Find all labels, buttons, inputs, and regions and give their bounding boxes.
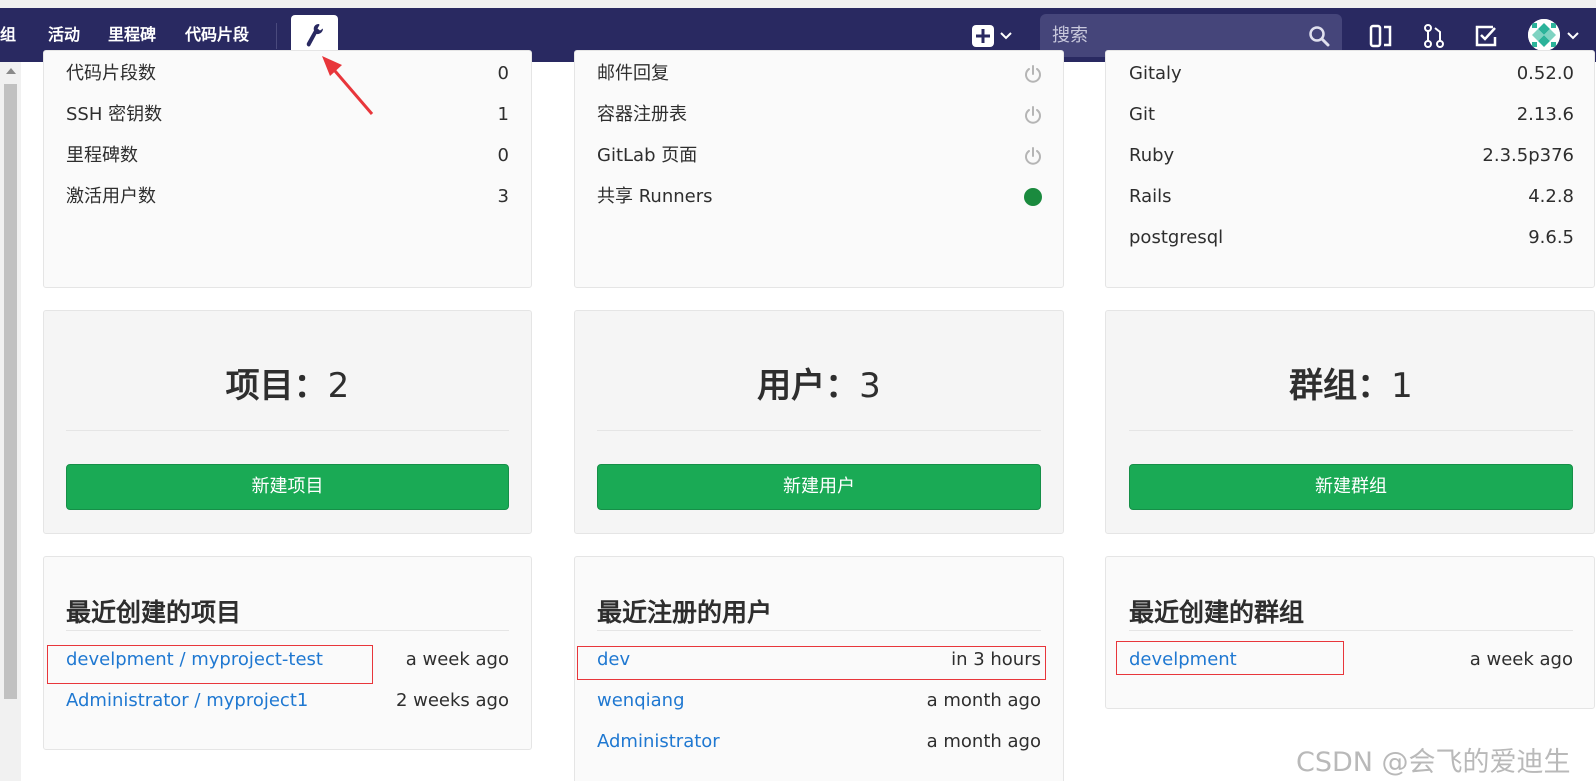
top-strip — [0, 0, 1596, 8]
projects-count-title: 项目：2 — [66, 358, 509, 407]
power-off-icon — [1025, 106, 1041, 124]
scroll-up-arrow-icon[interactable] — [6, 68, 16, 74]
recent-users-title: 最近注册的用户 — [597, 598, 773, 627]
recent-groups-title: 最近创建的群组 — [1129, 598, 1305, 627]
component-version: 2.3.5p376 — [1482, 145, 1574, 166]
feature-label: 容器注册表 — [597, 104, 687, 125]
stat-value: 0 — [497, 63, 509, 84]
recent-user-link[interactable]: wenqiang — [597, 681, 685, 721]
component-version: 0.52.0 — [1516, 63, 1574, 84]
groups-count-label: 群组： — [1289, 366, 1392, 406]
watermark: CSDN @会飞的爱迪生 — [1296, 747, 1571, 778]
annotation-highlight-box — [577, 646, 1046, 680]
recent-user-link[interactable]: Administrator — [597, 722, 720, 762]
recent-project-link[interactable]: Administrator / myproject1 — [66, 681, 308, 721]
stat-value: 3 — [497, 186, 509, 207]
divider — [66, 430, 509, 431]
stat-label: 代码片段数 — [66, 63, 156, 84]
nav-groups[interactable]: 组 — [0, 8, 16, 62]
status-on-dot-icon — [1024, 188, 1042, 206]
nav-divider — [276, 23, 277, 49]
projects-count-label: 项目： — [225, 366, 328, 406]
component-version: 2.13.6 — [1516, 104, 1574, 125]
avatar-chevron-down-icon[interactable] — [1566, 29, 1580, 43]
recent-user-time: a month ago — [926, 690, 1041, 711]
power-off-icon — [1025, 65, 1041, 83]
avatar[interactable] — [1528, 19, 1560, 51]
annotation-highlight-box — [47, 645, 373, 684]
chevron-down-icon — [1000, 32, 1012, 40]
stat-label: SSH 密钥数 — [66, 104, 163, 125]
users-count-value: 3 — [859, 366, 881, 406]
annotation-arrow-icon — [322, 56, 374, 115]
new-dropdown-button[interactable] — [972, 25, 1016, 47]
recent-group-time: a week ago — [1469, 649, 1573, 670]
projects-count-value: 2 — [327, 366, 350, 406]
feature-label: GitLab 页面 — [597, 145, 698, 166]
groups-count-value: 1 — [1391, 366, 1413, 406]
stat-label: 激活用户数 — [66, 186, 156, 207]
groups-count-title: 群组：1 — [1129, 358, 1573, 407]
stat-value: 0 — [497, 145, 509, 166]
feature-label: 邮件回复 — [597, 63, 669, 84]
stat-value: 1 — [497, 104, 509, 125]
component-label: Rails — [1129, 186, 1172, 207]
component-label: postgresql — [1129, 227, 1224, 248]
divider — [597, 630, 1041, 631]
plus-square-icon — [972, 25, 994, 47]
recent-groups-panel — [1105, 556, 1595, 709]
merge-request-icon[interactable] — [1421, 23, 1447, 49]
divider — [1129, 430, 1573, 431]
new-group-button[interactable]: 新建群组 — [1129, 464, 1573, 510]
component-label: Gitaly — [1129, 63, 1182, 84]
power-off-icon — [1025, 147, 1041, 165]
scrollbar-thumb[interactable] — [4, 84, 17, 699]
todo-icon[interactable] — [1473, 23, 1499, 49]
recent-project-time: a week ago — [405, 649, 509, 670]
component-label: Ruby — [1129, 145, 1175, 166]
component-version: 4.2.8 — [1528, 186, 1574, 207]
recent-user-time: a month ago — [926, 731, 1041, 752]
feature-label: 共享 Runners — [597, 186, 713, 207]
recent-project-time: 2 weeks ago — [395, 690, 509, 711]
users-count-label: 用户： — [757, 366, 860, 406]
new-user-button[interactable]: 新建用户 — [597, 464, 1041, 510]
wrench-icon — [306, 24, 323, 47]
annotation-highlight-box — [1116, 641, 1344, 675]
component-label: Git — [1129, 104, 1156, 125]
divider — [597, 430, 1041, 431]
avatar-identicon — [1528, 19, 1560, 51]
search-icon[interactable] — [1308, 25, 1330, 47]
stat-label: 里程碑数 — [66, 145, 138, 166]
users-count-title: 用户：3 — [597, 358, 1041, 407]
issues-icon[interactable] — [1368, 23, 1394, 49]
component-version: 9.6.5 — [1528, 227, 1574, 248]
divider — [66, 630, 509, 631]
divider — [1129, 630, 1573, 631]
recent-projects-title: 最近创建的项目 — [66, 598, 242, 627]
new-project-button[interactable]: 新建项目 — [66, 464, 509, 510]
